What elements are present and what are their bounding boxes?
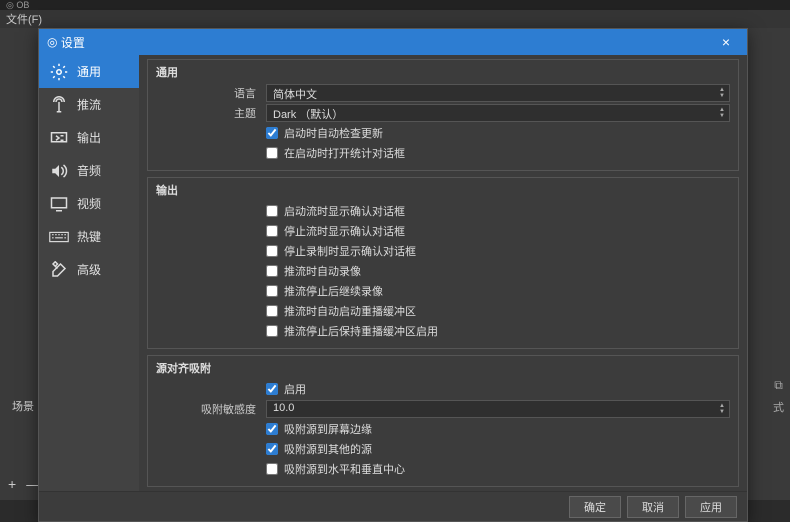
section-general: 通用 语言 简体中文▲▼ 主题 Dark （默认）▲▼ 启动时自动检查更新 在启… bbox=[147, 59, 739, 171]
language-label: 语言 bbox=[156, 85, 266, 101]
dialog-footer: 确定 取消 应用 bbox=[39, 491, 747, 521]
main-menu-bar[interactable]: 文件(F) bbox=[0, 10, 790, 28]
sidebar-item-stream[interactable]: 推流 bbox=[39, 88, 139, 121]
sensitivity-input[interactable]: 10.0▲▼ bbox=[266, 400, 730, 418]
checkbox-auto-update[interactable]: 启动时自动检查更新 bbox=[266, 125, 383, 141]
checkbox-stop-stream-confirm[interactable]: 停止流时显示确认对话框 bbox=[266, 223, 405, 239]
antenna-icon bbox=[49, 97, 69, 113]
monitor-icon bbox=[49, 196, 69, 212]
checkbox-auto-replay[interactable]: 推流时自动启动重播缓冲区 bbox=[266, 303, 416, 319]
checkbox-keep-record[interactable]: 推流停止后继续录像 bbox=[266, 283, 383, 299]
sidebar-item-label: 通用 bbox=[77, 63, 101, 80]
sidebar-item-label: 推流 bbox=[77, 96, 101, 113]
settings-dialog: ◎ 设置 × 通用 推流 输出 bbox=[38, 28, 748, 522]
cancel-button[interactable]: 取消 bbox=[627, 496, 679, 518]
checkbox-open-stats[interactable]: 在启动时打开统计对话框 bbox=[266, 145, 405, 161]
checkbox-snap-center[interactable]: 吸附源到水平和垂直中心 bbox=[266, 461, 405, 477]
gear-icon bbox=[49, 64, 69, 80]
dialog-titlebar[interactable]: ◎ 设置 × bbox=[39, 29, 747, 55]
dialog-title: 设置 bbox=[61, 34, 85, 51]
sidebar-item-label: 音频 bbox=[77, 162, 101, 179]
sidebar-item-video[interactable]: 视频 bbox=[39, 187, 139, 220]
sensitivity-label: 吸附敏感度 bbox=[156, 401, 266, 417]
output-icon bbox=[49, 130, 69, 146]
sidebar-item-label: 热键 bbox=[77, 228, 101, 245]
checkbox-keep-replay[interactable]: 推流停止后保持重播缓冲区启用 bbox=[266, 323, 438, 339]
checkbox-snap-other[interactable]: 吸附源到其他的源 bbox=[266, 441, 372, 457]
sidebar-item-hotkeys[interactable]: 热键 bbox=[39, 220, 139, 253]
ok-button[interactable]: 确定 bbox=[569, 496, 621, 518]
sidebar-item-output[interactable]: 输出 bbox=[39, 121, 139, 154]
sidebar-item-label: 输出 bbox=[77, 129, 101, 146]
sidebar-item-advanced[interactable]: 高级 bbox=[39, 253, 139, 286]
section-snapping: 源对齐吸附 启用 吸附敏感度 10.0▲▼ 吸附源到屏幕边缘 吸附源到其他的源 … bbox=[147, 355, 739, 487]
checkbox-snap-edges[interactable]: 吸附源到屏幕边缘 bbox=[266, 421, 372, 437]
apply-button[interactable]: 应用 bbox=[685, 496, 737, 518]
section-title: 输出 bbox=[156, 182, 730, 198]
main-window-titlebar: ◎ OB bbox=[0, 0, 790, 10]
sidebar-item-general[interactable]: 通用 bbox=[39, 55, 139, 88]
sidebar-item-label: 视频 bbox=[77, 195, 101, 212]
theme-label: 主题 bbox=[156, 105, 266, 121]
app-title: OB bbox=[16, 0, 29, 10]
section-title: 通用 bbox=[156, 64, 730, 80]
app-icon: ◎ bbox=[6, 0, 14, 11]
menu-file[interactable]: 文件(F) bbox=[6, 11, 42, 27]
tools-icon bbox=[49, 262, 69, 278]
sidebar-item-audio[interactable]: 音频 bbox=[39, 154, 139, 187]
scenes-panel-title: 场景 bbox=[12, 398, 34, 414]
settings-sidebar: 通用 推流 输出 音频 bbox=[39, 55, 139, 491]
settings-content[interactable]: 通用 语言 简体中文▲▼ 主题 Dark （默认）▲▼ 启动时自动检查更新 在启… bbox=[139, 55, 747, 491]
scenes-toolbar: + — bbox=[8, 476, 40, 492]
side-toolbar: ⧉ 式 bbox=[773, 378, 784, 415]
dialog-icon: ◎ bbox=[47, 35, 57, 49]
keyboard-icon bbox=[49, 229, 69, 245]
checkbox-auto-record[interactable]: 推流时自动录像 bbox=[266, 263, 361, 279]
checkbox-snap-enable[interactable]: 启用 bbox=[266, 381, 306, 397]
section-output: 输出 启动流时显示确认对话框 停止流时显示确认对话框 停止录制时显示确认对话框 … bbox=[147, 177, 739, 349]
checkbox-stream-confirm[interactable]: 启动流时显示确认对话框 bbox=[266, 203, 405, 219]
checkbox-stop-record-confirm[interactable]: 停止录制时显示确认对话框 bbox=[266, 243, 416, 259]
layout-icon[interactable]: ⧉ bbox=[774, 378, 783, 393]
theme-select[interactable]: Dark （默认）▲▼ bbox=[266, 104, 730, 122]
close-button[interactable]: × bbox=[713, 34, 739, 50]
sidebar-item-label: 高级 bbox=[77, 261, 101, 278]
add-scene-button[interactable]: + bbox=[8, 476, 16, 492]
section-title: 源对齐吸附 bbox=[156, 360, 730, 376]
speaker-icon bbox=[49, 163, 69, 179]
language-select[interactable]: 简体中文▲▼ bbox=[266, 84, 730, 102]
mode-icon[interactable]: 式 bbox=[773, 399, 784, 415]
